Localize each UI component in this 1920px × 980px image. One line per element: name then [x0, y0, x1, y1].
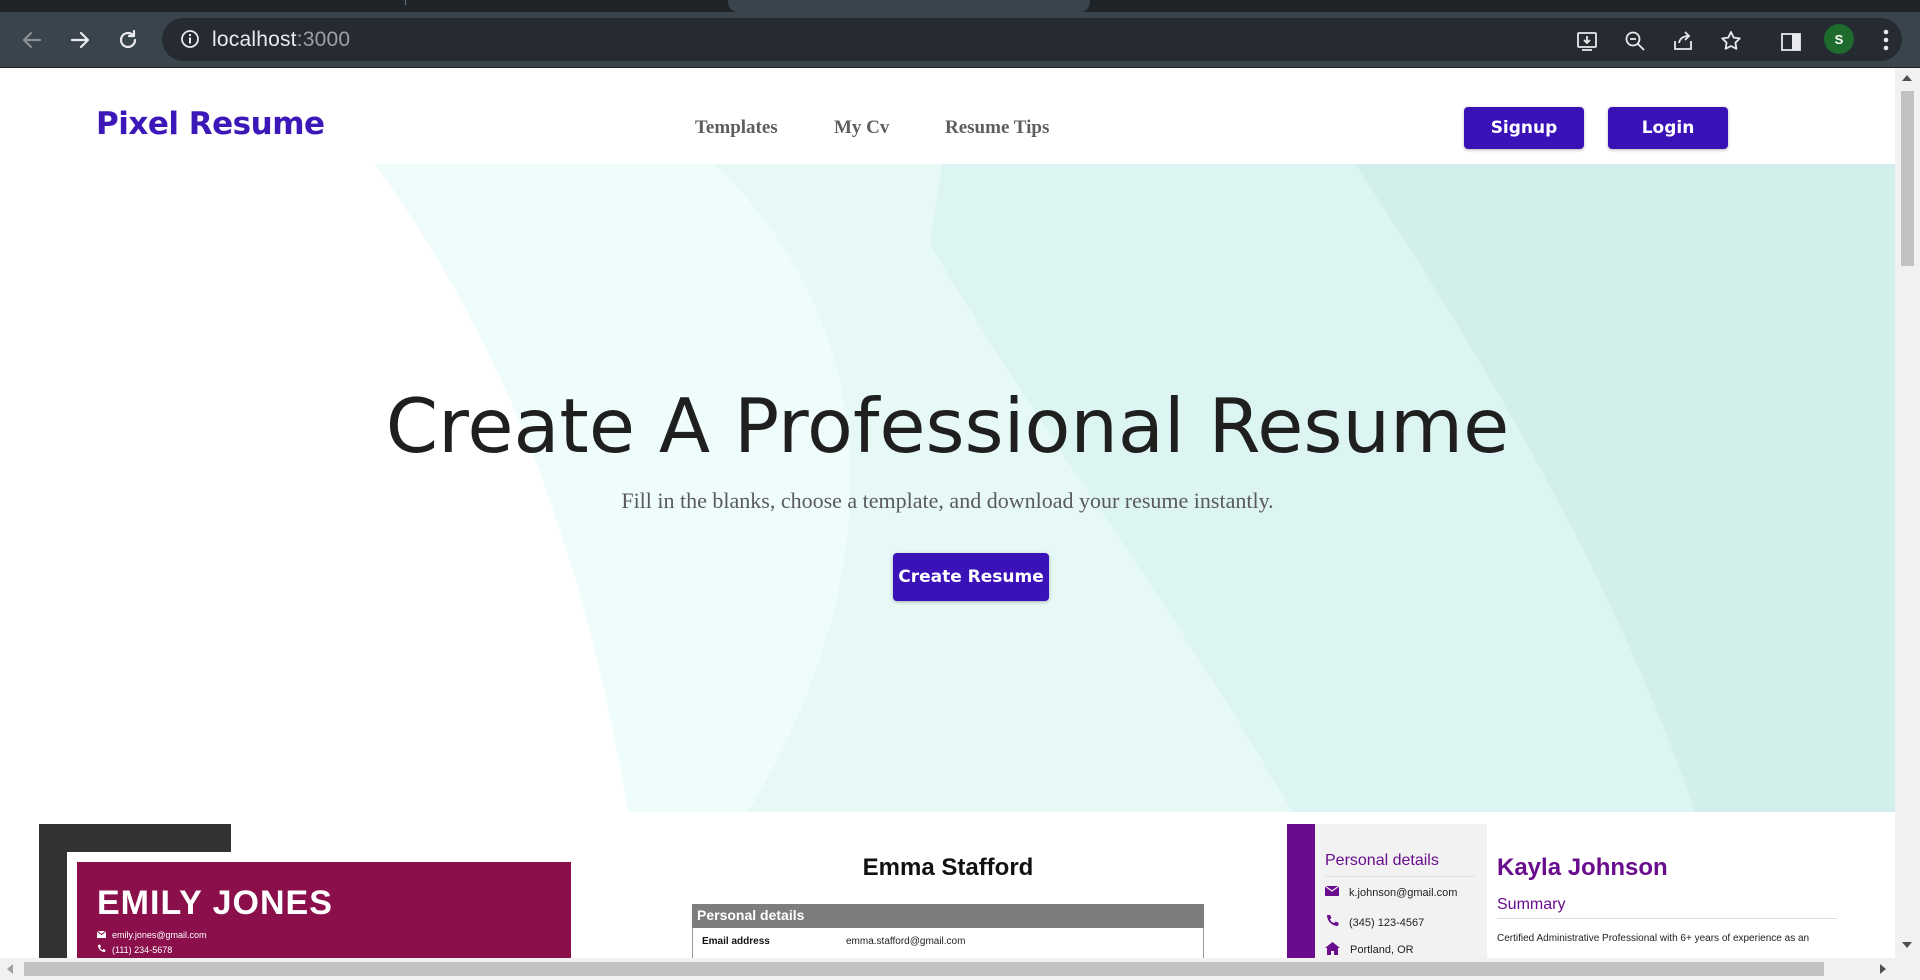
template-card-kayla[interactable]: Personal details k.johnson@gmail.com (34… [1287, 824, 1847, 958]
zoom-icon[interactable] [1623, 29, 1647, 53]
site-logo[interactable]: Pixel Resume [96, 106, 325, 142]
template-detail-row: Email address emma.stafford@gmail.com [692, 928, 1204, 958]
template-phone-text: (111) 234-5678 [112, 944, 173, 955]
address-bar[interactable]: localhost:3000 [162, 18, 1902, 61]
profile-avatar[interactable]: S [1824, 24, 1854, 54]
install-app-icon[interactable] [1575, 29, 1599, 53]
template-name: Emma Stafford [862, 854, 1034, 881]
envelope-icon [96, 930, 107, 940]
forward-arrow-icon[interactable] [65, 25, 95, 55]
login-button[interactable]: Login [1608, 107, 1728, 149]
home-icon [1325, 942, 1340, 958]
active-tab[interactable] [728, 0, 1090, 12]
page-viewport: Pixel Resume Templates My Cv Resume Tips… [0, 68, 1895, 958]
template-summary-title: Summary [1497, 896, 1566, 913]
scroll-right-arrow-icon[interactable] [1880, 964, 1886, 974]
template-phone: (345) 123-4567 [1325, 914, 1424, 931]
share-icon[interactable] [1671, 29, 1695, 53]
tab-separator [405, 0, 406, 5]
template-email: emily.jones@gmail.com [96, 930, 207, 940]
template-phone: (111) 234-5678 [97, 944, 172, 955]
scroll-up-arrow-icon[interactable] [1902, 75, 1912, 81]
template-email-text: k.johnson@gmail.com [1349, 886, 1458, 899]
side-panel-icon[interactable] [1779, 30, 1803, 54]
envelope-icon [1324, 885, 1340, 899]
template-email-text: emily.jones@gmail.com [112, 930, 207, 940]
template-sidebar-title: Personal details [1325, 852, 1439, 869]
hero-subtitle: Fill in the blanks, choose a template, a… [621, 488, 1274, 513]
template-email: k.johnson@gmail.com [1324, 885, 1458, 899]
template-location-text: Portland, OR [1350, 944, 1414, 956]
info-icon[interactable] [180, 29, 200, 54]
scroll-down-arrow-icon[interactable] [1902, 942, 1912, 948]
template-card-emily[interactable]: EMILY JONES emily.jones@gmail.com (111) … [39, 824, 571, 958]
template-card-emma[interactable]: Emma Stafford Personal details Email add… [692, 824, 1204, 958]
template-name: EMILY JONES [97, 884, 333, 922]
kebab-menu-icon[interactable] [1876, 26, 1896, 54]
url-port: :3000 [296, 28, 351, 51]
vertical-scroll-thumb[interactable] [1901, 91, 1914, 266]
bookmark-star-icon[interactable] [1719, 29, 1743, 53]
url-host: localhost [212, 28, 297, 51]
horizontal-scrollbar[interactable] [0, 958, 1920, 980]
template-accent-bar [1287, 824, 1315, 958]
url-text: localhost:3000 [212, 28, 350, 52]
template-divider [1497, 918, 1837, 919]
browser-toolbar: localhost:3000 S [0, 12, 1920, 67]
nav-my-cv[interactable]: My Cv [834, 117, 889, 139]
phone-icon [1325, 914, 1339, 931]
template-previews: EMILY JONES emily.jones@gmail.com (111) … [0, 812, 1895, 958]
template-field-value: emma.stafford@gmail.com [846, 936, 966, 947]
scroll-left-arrow-icon[interactable] [7, 964, 13, 974]
horizontal-scroll-thumb[interactable] [24, 962, 1824, 976]
template-summary-text: Certified Administrative Professional wi… [1497, 933, 1810, 944]
signup-button[interactable]: Signup [1464, 107, 1584, 149]
hero-section: Create A Professional Resume Fill in the… [0, 164, 1895, 812]
phone-icon [97, 944, 106, 955]
site-header: Pixel Resume Templates My Cv Resume Tips… [0, 68, 1895, 164]
nav-templates[interactable]: Templates [695, 117, 778, 139]
template-divider [1325, 876, 1475, 877]
reload-icon[interactable] [113, 25, 143, 55]
vertical-scrollbar[interactable] [1895, 68, 1920, 958]
template-location: Portland, OR [1325, 942, 1414, 958]
back-arrow-icon[interactable] [17, 25, 47, 55]
hero-title: Create A Professional Resume [385, 382, 1510, 470]
tab-strip [0, 0, 1920, 12]
template-phone-text: (345) 123-4567 [1349, 916, 1425, 929]
template-field-label: Email address [702, 936, 770, 947]
nav-resume-tips[interactable]: Resume Tips [945, 117, 1049, 139]
create-resume-button[interactable]: Create Resume [893, 553, 1049, 601]
template-section-header: Personal details [692, 904, 1204, 928]
template-name: Kayla Johnson [1497, 854, 1668, 881]
